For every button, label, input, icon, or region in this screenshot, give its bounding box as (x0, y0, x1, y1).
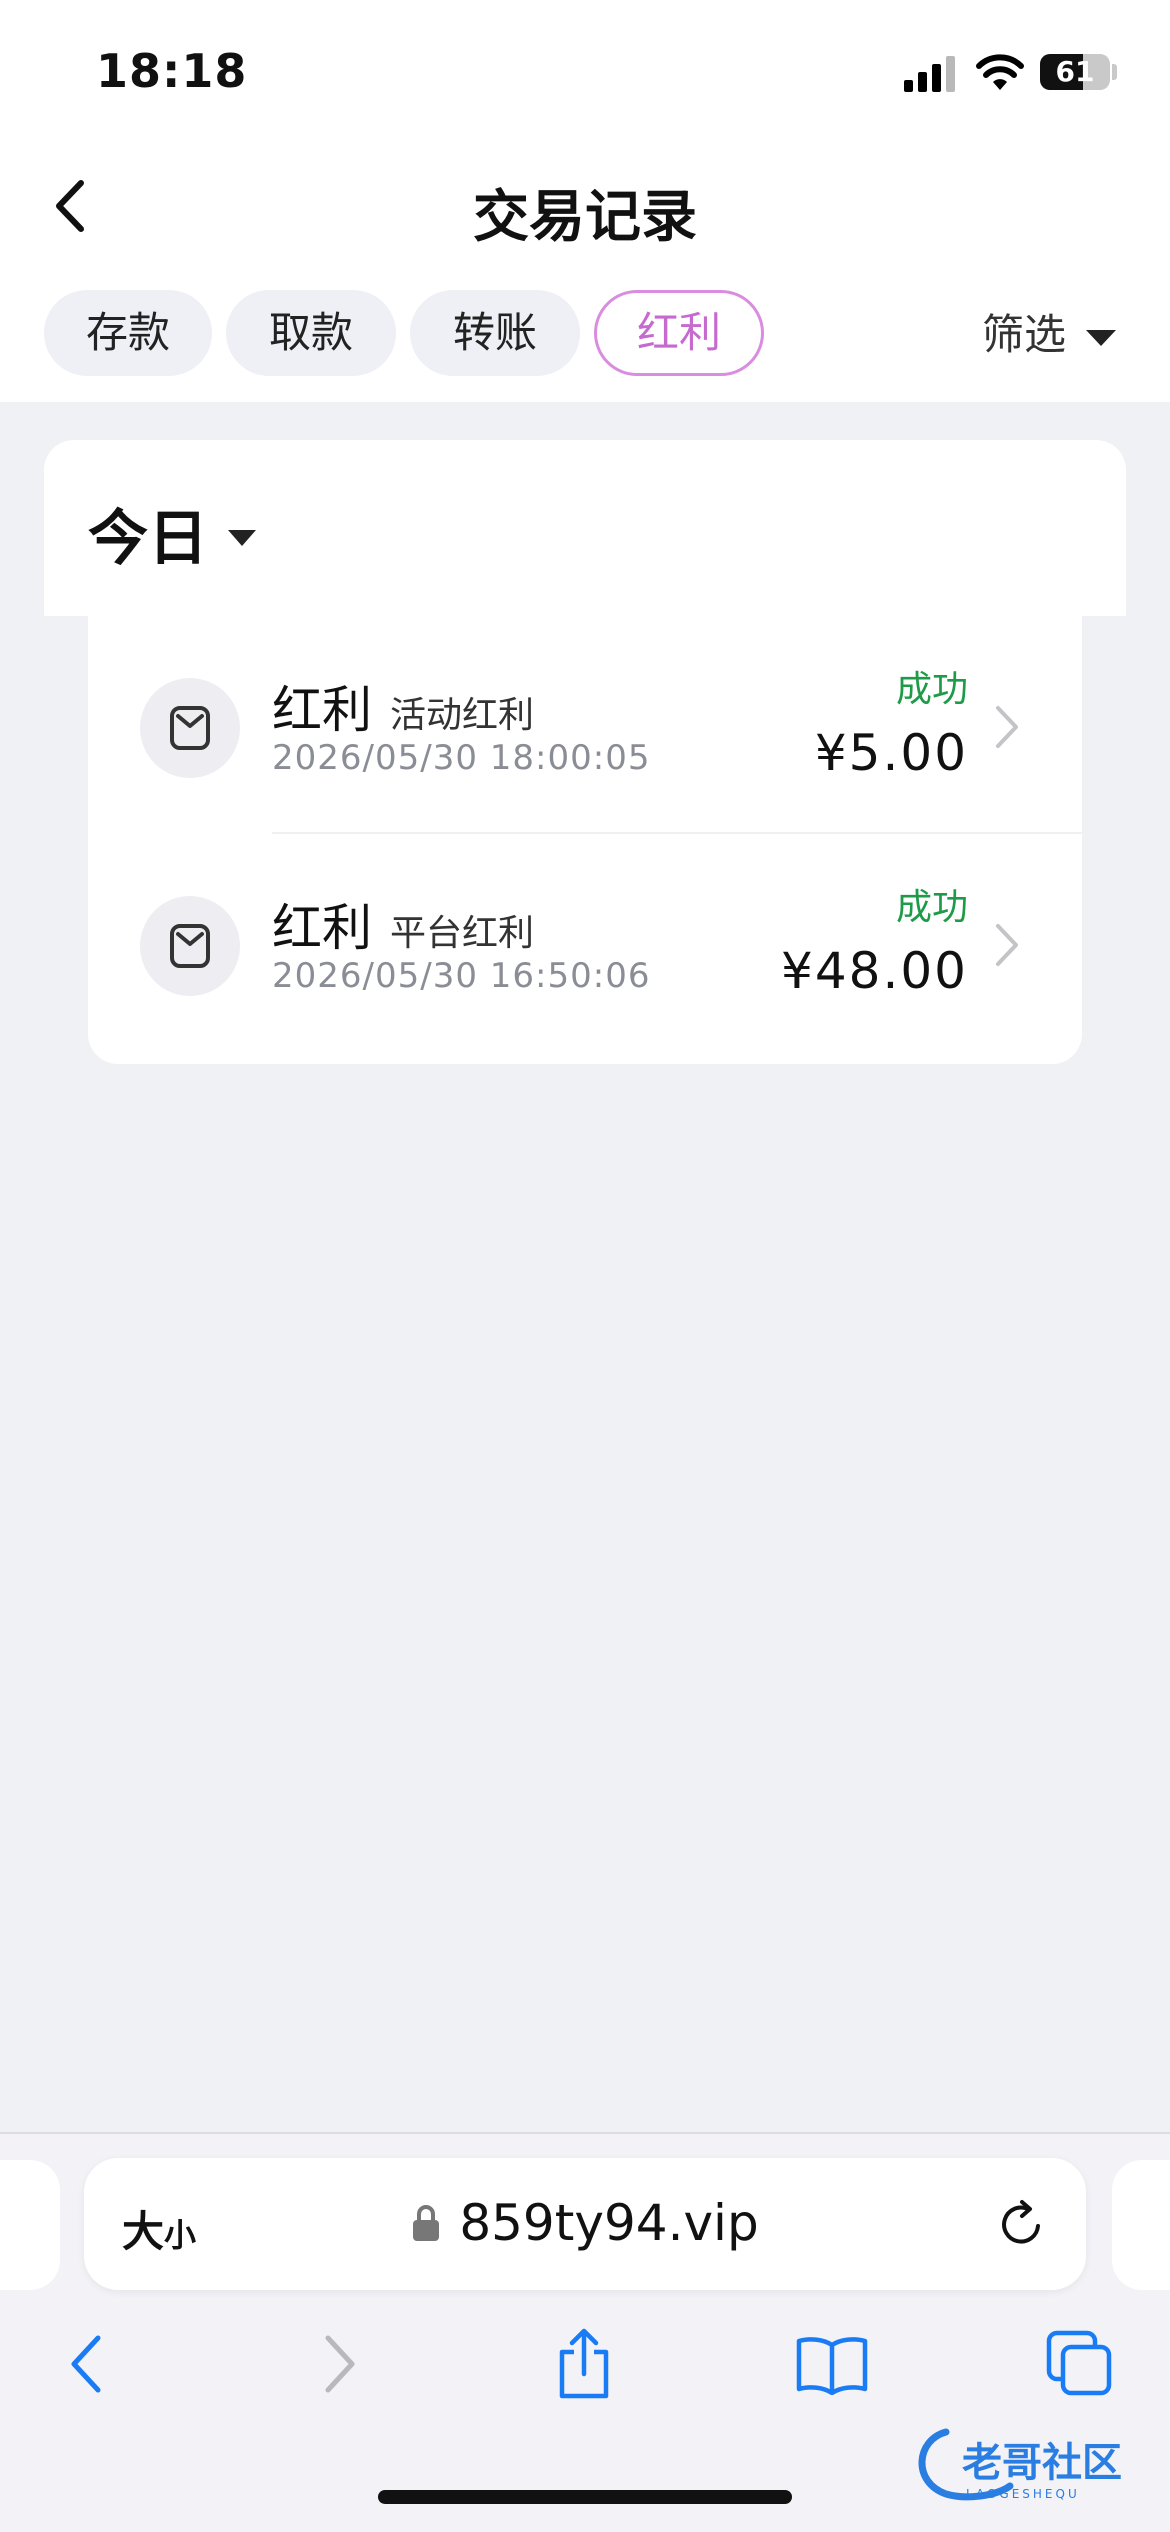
browser-back-button[interactable] (46, 2324, 126, 2404)
record-list: 红利 活动红利 2026/05/30 18:00:05 成功 ¥5.00 红利 … (88, 616, 1082, 1064)
chevron-right-icon (325, 2335, 355, 2393)
url-text: 859ty94.vip (459, 2194, 759, 2252)
bookmarks-button[interactable] (792, 2324, 872, 2404)
date-group-label: 今日 (88, 504, 208, 574)
tab-transfer[interactable]: 转账 (410, 290, 580, 376)
date-group-header: 今日 (44, 440, 1126, 616)
record-type: 红利 (272, 681, 372, 739)
home-indicator (378, 2490, 792, 2504)
record-amount: ¥48.00 (781, 942, 968, 1000)
previous-tab-preview[interactable] (0, 2160, 60, 2290)
watermark-logo: 老哥社区 LAOGESHEQU (918, 2428, 1122, 2501)
battery-percent: 61 (1055, 55, 1095, 88)
tab-bonus[interactable]: 红利 (594, 290, 764, 376)
list-item[interactable]: 红利 平台红利 2026/05/30 16:50:06 成功 ¥48.00 (88, 834, 1082, 1052)
page-title: 交易记录 (473, 185, 697, 250)
watermark-subtext: LAOGESHEQU (966, 2487, 1080, 2501)
date-group-selector[interactable]: 今日 (88, 490, 256, 577)
url-display[interactable]: 859ty94.vip (84, 2194, 1086, 2252)
header-panel: 18:18 61 交易记录 存款 取款 转账 红利 筛选 (0, 0, 1170, 402)
chevron-right-icon (996, 924, 1018, 966)
browser-forward-button[interactable] (300, 2324, 380, 2404)
envelope-icon (140, 678, 240, 778)
record-type: 红利 (272, 899, 372, 957)
address-bar[interactable]: 大小 859ty94.vip (84, 2158, 1086, 2290)
status-badge: 成功 (895, 669, 968, 710)
list-item[interactable]: 红利 活动红利 2026/05/30 18:00:05 成功 ¥5.00 (88, 616, 1082, 834)
reload-icon[interactable] (994, 2196, 1050, 2252)
status-badge: 成功 (895, 887, 968, 928)
tab-withdraw[interactable]: 取款 (226, 290, 396, 376)
tabs-button[interactable] (1040, 2324, 1120, 2404)
filter-button[interactable]: 筛选 (982, 300, 1117, 370)
next-tab-preview[interactable] (1112, 2160, 1170, 2290)
record-time: 2026/05/30 18:00:05 (272, 738, 651, 778)
tab-deposit[interactable]: 存款 (44, 290, 212, 376)
chevron-right-icon (996, 706, 1018, 748)
caret-down-icon (1086, 330, 1117, 346)
chevron-left-icon (71, 2335, 101, 2393)
lock-icon (413, 2205, 440, 2241)
wifi-icon (976, 54, 1024, 90)
record-amount: ¥5.00 (814, 724, 968, 782)
record-title: 红利 平台红利 (272, 888, 534, 960)
record-time: 2026/05/30 16:50:06 (272, 956, 651, 996)
share-button[interactable] (544, 2324, 624, 2404)
share-icon (559, 2328, 609, 2399)
record-subtype: 活动红利 (390, 695, 535, 736)
record-title: 红利 活动红利 (272, 670, 534, 742)
watermark-text: 老哥社区 (962, 2440, 1122, 2486)
battery-icon: 61 (1040, 54, 1110, 90)
tabs-icon (1046, 2330, 1112, 2396)
status-time: 18:18 (96, 44, 248, 98)
caret-down-icon (228, 529, 256, 546)
battery-cap (1112, 64, 1117, 80)
cellular-signal-icon (904, 56, 956, 92)
record-subtype: 平台红利 (390, 913, 535, 954)
filter-label: 筛选 (982, 310, 1067, 359)
envelope-icon (140, 896, 240, 996)
book-icon (796, 2337, 868, 2395)
